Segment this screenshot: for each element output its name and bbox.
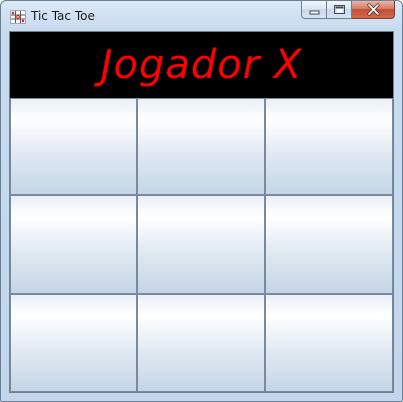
board-cell-1-3[interactable] <box>265 98 393 195</box>
title-bar[interactable]: Tic Tac Toe <box>1 1 402 31</box>
app-window: Tic Tac Toe Jogador X <box>0 0 403 402</box>
board-cell-3-2[interactable] <box>137 294 265 392</box>
board-cell-1-1[interactable] <box>10 98 137 195</box>
board-cell-2-2[interactable] <box>137 195 265 294</box>
status-banner: Jogador X <box>10 32 393 98</box>
game-area: Jogador X <box>9 31 394 393</box>
tic-tac-toe-app-icon[interactable] <box>10 9 26 24</box>
board-cell-3-1[interactable] <box>10 294 137 392</box>
board-cell-1-2[interactable] <box>137 98 265 195</box>
minimize-icon <box>309 10 320 15</box>
minimize-button[interactable] <box>301 1 327 19</box>
close-icon <box>367 3 380 16</box>
maximize-button[interactable] <box>327 1 352 19</box>
game-board <box>10 98 393 392</box>
board-cell-2-1[interactable] <box>10 195 137 294</box>
window-controls <box>301 1 395 21</box>
current-player-label: Jogador X <box>100 42 303 88</box>
close-button[interactable] <box>352 1 395 19</box>
board-cell-2-3[interactable] <box>265 195 393 294</box>
maximize-icon <box>334 5 345 14</box>
window-title: Tic Tac Toe <box>31 9 95 23</box>
board-cell-3-3[interactable] <box>265 294 393 392</box>
